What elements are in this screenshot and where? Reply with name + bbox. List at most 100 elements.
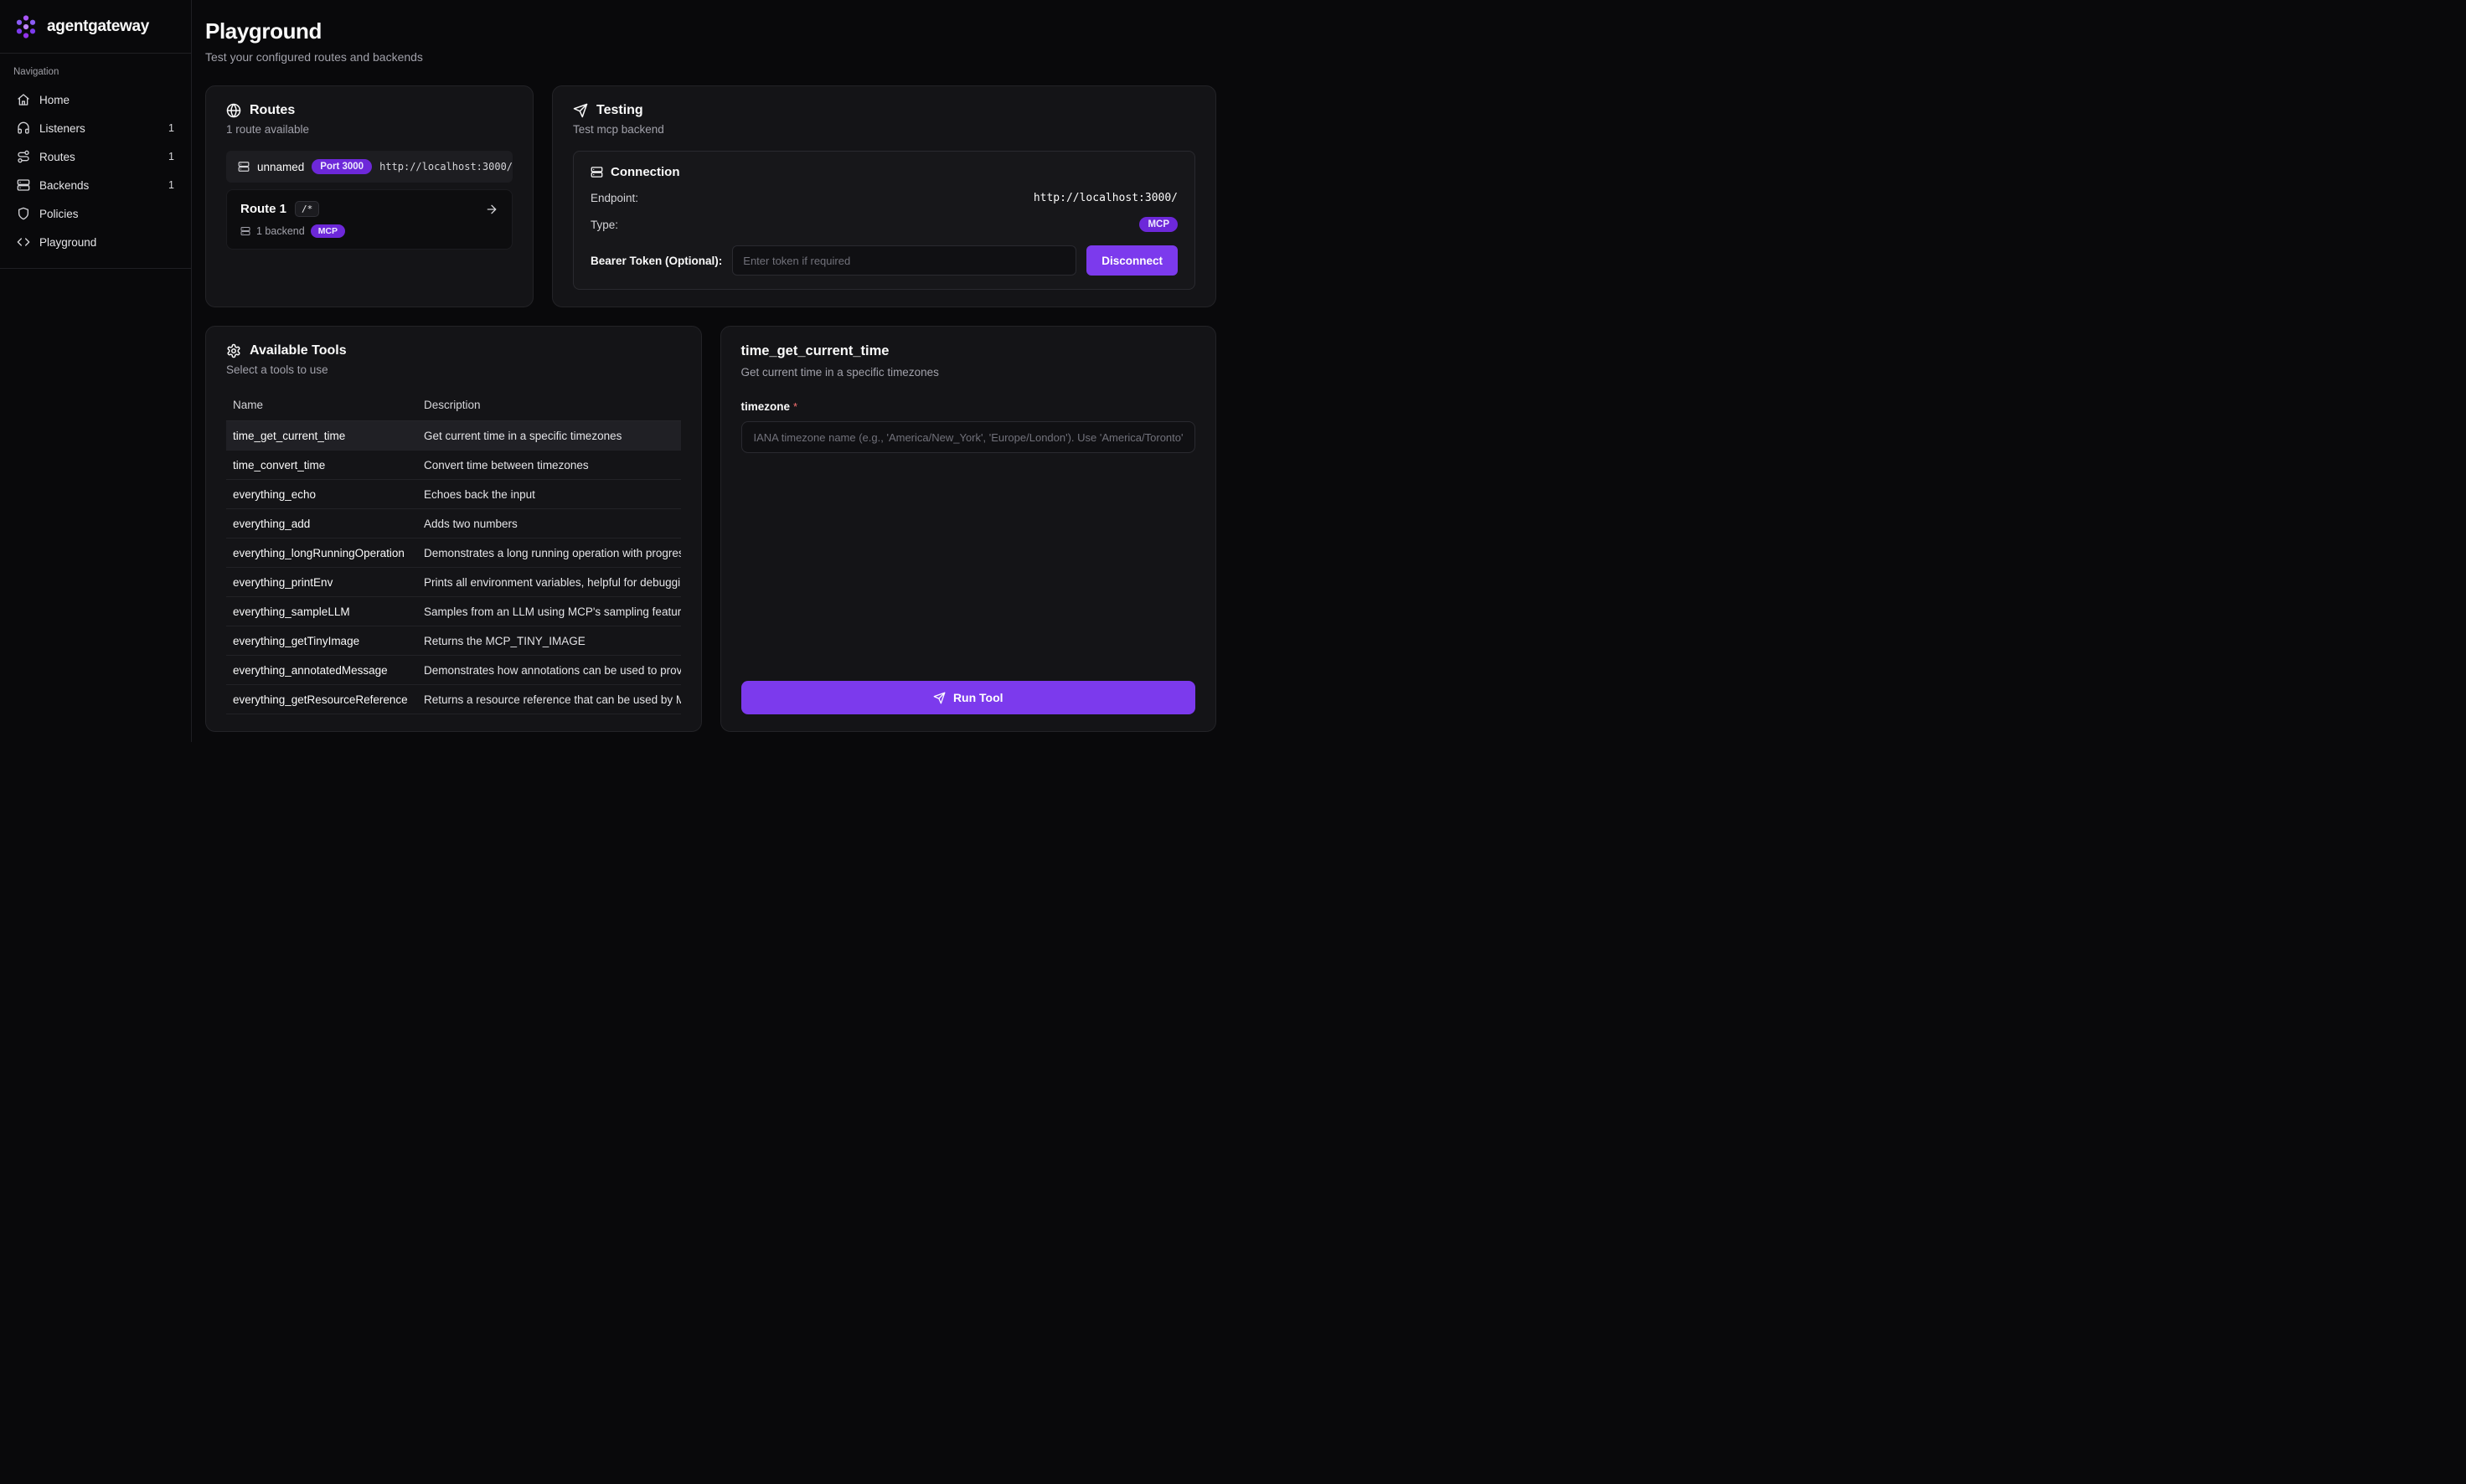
timezone-input[interactable] xyxy=(741,421,1196,453)
sidebar-item-label: Home xyxy=(39,94,70,106)
shield-icon xyxy=(17,207,30,220)
routes-card-title: Routes xyxy=(250,103,295,118)
timezone-field-label: timezone xyxy=(741,400,791,413)
arrow-right-icon xyxy=(485,203,498,216)
routes-card: Routes 1 route available unnamed Port 30… xyxy=(205,85,534,307)
route-type-badge: MCP xyxy=(311,224,345,238)
tool-row[interactable]: everything_echo Echoes back the input xyxy=(226,480,681,509)
connection-title: Connection xyxy=(611,165,680,179)
main-content: Playground Test your configured routes a… xyxy=(192,0,1233,742)
sidebar-nav: Navigation Home Listeners 1 Routes 1 xyxy=(0,54,191,269)
type-label: Type: xyxy=(591,219,618,231)
sidebar-item-count: 1 xyxy=(168,179,174,191)
sidebar-item-policies[interactable]: Policies xyxy=(10,199,181,228)
tool-row[interactable]: time_convert_time Convert time between t… xyxy=(226,451,681,480)
tool-name-cell: everything_getTinyImage xyxy=(226,626,417,656)
headphones-icon xyxy=(17,121,30,135)
listener-port-badge: Port 3000 xyxy=(312,159,372,174)
tool-name-cell: everything_printEnv xyxy=(226,568,417,597)
bearer-token-label: Bearer Token (Optional): xyxy=(591,255,722,267)
page-title: Playground xyxy=(205,18,1216,44)
nav-section-label: Navigation xyxy=(13,67,178,77)
brand-name: agentgateway xyxy=(47,18,149,36)
tool-row[interactable]: everything_longRunningOperation Demonstr… xyxy=(226,538,681,568)
tool-row[interactable]: time_get_current_time Get current time i… xyxy=(226,421,681,451)
testing-card: Testing Test mcp backend Connection Endp… xyxy=(552,85,1216,307)
tool-description-cell: Samples from an LLM using MCP's sampling… xyxy=(417,597,681,626)
tool-name-cell: everything_longRunningOperation xyxy=(226,538,417,568)
available-tools-card: Available Tools Select a tools to use Na… xyxy=(205,326,702,732)
connection-box: Connection Endpoint: http://localhost:30… xyxy=(573,151,1195,290)
tools-card-title: Available Tools xyxy=(250,343,347,358)
route-item[interactable]: Route 1 /* 1 backend MCP xyxy=(226,189,513,250)
tool-name-cell: time_get_current_time xyxy=(226,421,417,451)
sidebar-item-backends[interactable]: Backends 1 xyxy=(10,171,181,199)
agentgateway-logo-icon xyxy=(13,14,39,39)
tool-name-cell: everything_sampleLLM xyxy=(226,597,417,626)
listener-url: http://localhost:3000/ xyxy=(379,161,513,173)
tool-row[interactable]: everything_sampleLLM Samples from an LLM… xyxy=(226,597,681,626)
tool-row[interactable]: everything_getTinyImage Returns the MCP_… xyxy=(226,626,681,656)
required-asterisk: * xyxy=(793,400,797,413)
sidebar-item-label: Backends xyxy=(39,179,89,192)
endpoint-label: Endpoint: xyxy=(591,192,638,204)
globe-icon xyxy=(226,103,241,118)
sidebar: agentgateway Navigation Home Listeners 1… xyxy=(0,0,192,742)
code-icon xyxy=(17,235,30,249)
tool-description-cell: Convert time between timezones xyxy=(417,451,681,480)
tool-description-cell: Demonstrates how annotations can be used… xyxy=(417,656,681,685)
run-tool-label: Run Tool xyxy=(953,691,1003,704)
tool-description-cell: Echoes back the input xyxy=(417,480,681,509)
tools-table: Name Description time_get_current_time G… xyxy=(226,391,681,714)
tool-description-cell: Prints all environment variables, helpfu… xyxy=(417,568,681,597)
listener-row: unnamed Port 3000 http://localhost:3000/ xyxy=(226,151,513,183)
tool-row[interactable]: everything_printEnv Prints all environme… xyxy=(226,568,681,597)
sidebar-item-playground[interactable]: Playground xyxy=(10,228,181,256)
tool-run-panel: time_get_current_time Get current time i… xyxy=(720,326,1217,732)
brand[interactable]: agentgateway xyxy=(0,0,191,54)
tool-name-cell: time_convert_time xyxy=(226,451,417,480)
tool-panel-title: time_get_current_time xyxy=(741,343,1196,359)
testing-card-title: Testing xyxy=(596,103,643,118)
sidebar-item-count: 1 xyxy=(168,122,174,134)
tools-column-name: Name xyxy=(226,391,417,421)
bearer-token-input[interactable] xyxy=(732,245,1076,276)
route-backends-text: 1 backend xyxy=(256,225,305,237)
tools-card-subtitle: Select a tools to use xyxy=(226,363,681,376)
route-name: Route 1 xyxy=(240,202,286,216)
tool-description-cell: Get current time in a specific timezones xyxy=(417,421,681,451)
sidebar-item-label: Policies xyxy=(39,208,79,220)
route-path-badge: /* xyxy=(295,201,319,217)
home-icon xyxy=(17,93,30,106)
tool-description-cell: Returns a resource reference that can be… xyxy=(417,685,681,714)
sidebar-item-label: Routes xyxy=(39,151,75,163)
sidebar-item-listeners[interactable]: Listeners 1 xyxy=(10,114,181,142)
disconnect-button[interactable]: Disconnect xyxy=(1086,245,1178,276)
tool-name-cell: everything_annotatedMessage xyxy=(226,656,417,685)
run-tool-button[interactable]: Run Tool xyxy=(741,681,1196,714)
connection-type-badge: MCP xyxy=(1139,217,1178,232)
tool-name-cell: everything_add xyxy=(226,509,417,538)
server-icon xyxy=(17,178,30,192)
send-icon xyxy=(933,692,946,704)
route-icon xyxy=(17,150,30,163)
tool-row[interactable]: everything_add Adds two numbers xyxy=(226,509,681,538)
tool-description-cell: Returns the MCP_TINY_IMAGE xyxy=(417,626,681,656)
tools-table-body: time_get_current_time Get current time i… xyxy=(226,421,681,714)
server-icon xyxy=(240,226,250,236)
tool-panel-subtitle: Get current time in a specific timezones xyxy=(741,366,1196,379)
testing-card-subtitle: Test mcp backend xyxy=(573,123,1195,136)
routes-card-subtitle: 1 route available xyxy=(226,123,513,136)
tool-name-cell: everything_getResourceReference xyxy=(226,685,417,714)
sidebar-item-home[interactable]: Home xyxy=(10,85,181,114)
server-icon xyxy=(591,166,603,178)
tool-row[interactable]: everything_annotatedMessage Demonstrates… xyxy=(226,656,681,685)
gear-icon xyxy=(226,343,241,358)
tool-row[interactable]: everything_getResourceReference Returns … xyxy=(226,685,681,714)
sidebar-item-label: Listeners xyxy=(39,122,85,135)
endpoint-value: http://localhost:3000/ xyxy=(1034,192,1178,204)
tool-description-cell: Demonstrates a long running operation wi… xyxy=(417,538,681,568)
tool-name-cell: everything_echo xyxy=(226,480,417,509)
listener-name: unnamed xyxy=(257,161,304,173)
sidebar-item-routes[interactable]: Routes 1 xyxy=(10,142,181,171)
